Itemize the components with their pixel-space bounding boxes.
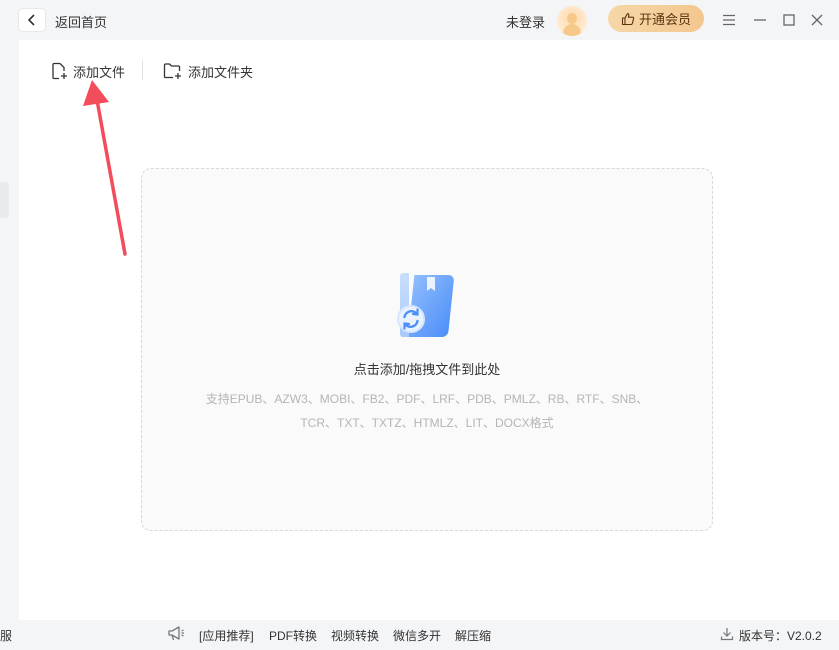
version-label: 版本号：V2.0.2 (739, 629, 822, 643)
pdf-convert-link[interactable]: PDF转换 (269, 627, 317, 644)
title-bar: 返回首页 未登录 开通会员 (0, 0, 839, 40)
app-recommend-link[interactable]: [应用推荐] (199, 627, 254, 644)
file-drop-zone[interactable]: 点击添加/拖拽文件到此处 支持EPUB、AZW3、MOBI、FB2、PDF、LR… (141, 168, 713, 531)
close-button[interactable] (806, 9, 828, 31)
formats-line-1: 支持EPUB、AZW3、MOBI、FB2、PDF、LRF、PDB、PMLZ、RB… (205, 392, 649, 406)
video-convert-link[interactable]: 视频转换 (331, 627, 379, 644)
add-folder-label: 添加文件夹 (188, 64, 254, 80)
vip-button[interactable]: 开通会员 (608, 5, 704, 32)
formats-line-2: TCR、TXT、TXTZ、HTMLZ、LIT、DOCX格式 (300, 416, 554, 430)
status-left-text: 服 (0, 629, 13, 643)
back-label[interactable]: 返回首页 (55, 12, 107, 31)
wechat-multi-link[interactable]: 微信多开 (393, 627, 441, 644)
minimize-icon (754, 19, 766, 21)
status-bar: 服 [应用推荐] PDF转换 视频转换 微信多开 解压缩 版本号：V2.0.2 (0, 620, 839, 650)
file-plus-icon (52, 62, 67, 80)
supported-formats: 支持EPUB、AZW3、MOBI、FB2、PDF、LRF、PDB、PMLZ、RB… (192, 387, 662, 435)
drop-zone-title: 点击添加/拖拽文件到此处 (353, 362, 501, 377)
book-convert-icon (397, 273, 454, 337)
sidebar-toggle-handle[interactable] (0, 182, 9, 218)
minimize-button[interactable] (749, 9, 771, 31)
vip-label: 开通会员 (638, 12, 691, 27)
menu-button[interactable] (718, 9, 740, 31)
close-icon (811, 14, 823, 26)
avatar[interactable] (557, 6, 587, 36)
folder-plus-icon (163, 63, 181, 79)
maximize-button[interactable] (778, 9, 800, 31)
red-arrow-annotation (83, 80, 127, 256)
back-button[interactable] (19, 9, 45, 31)
thumbs-up-icon (621, 12, 635, 25)
main-panel: 添加文件 添加文件夹 点击添加/拖拽文件到此处 支持EPUB、AZW3、MOBI… (0, 40, 839, 620)
unzip-link[interactable]: 解压缩 (455, 627, 491, 644)
megaphone-icon (168, 626, 184, 641)
chevron-left-icon (27, 14, 35, 26)
add-folder-button[interactable]: 添加文件夹 (163, 60, 253, 82)
hamburger-icon (723, 14, 735, 26)
download-icon[interactable] (720, 627, 734, 641)
toolbar-divider (142, 60, 143, 80)
login-status[interactable]: 未登录 (506, 12, 545, 31)
maximize-icon (783, 14, 795, 26)
